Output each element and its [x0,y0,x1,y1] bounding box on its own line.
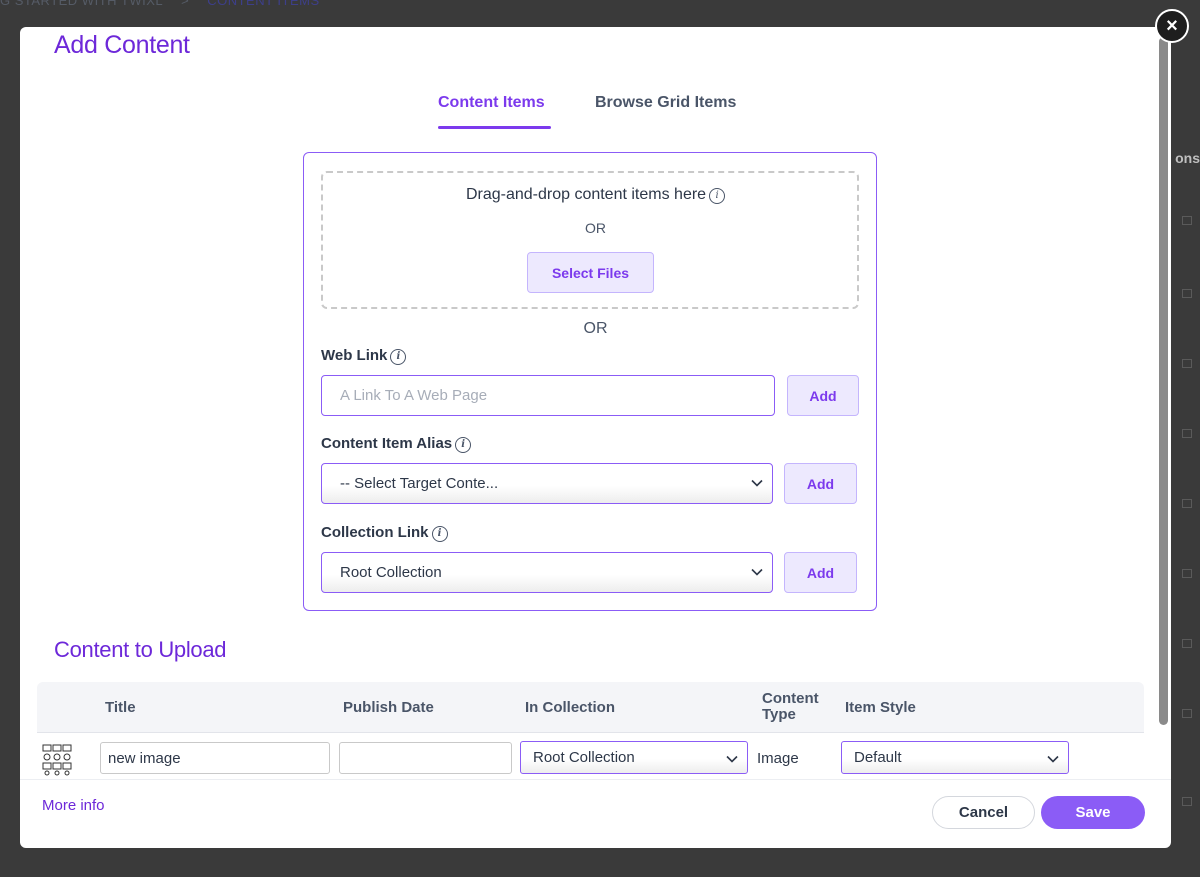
background-row-icon [1182,639,1192,648]
collection-link-label: Collection Link [321,524,429,541]
row-title-input[interactable] [100,742,330,774]
alias-label-row: Content Item Alias i [321,435,472,453]
background-row-icon [1182,289,1192,298]
background-row-icon [1182,359,1192,368]
or-separator-large: OR [583,320,608,337]
tab-content-items[interactable]: Content Items [438,94,545,112]
collection-link-select[interactable]: Root Collection [321,552,773,593]
more-info-link[interactable]: More info [42,797,105,814]
info-icon[interactable]: i [431,526,448,542]
row-collection-select[interactable]: Root Collection [520,741,748,774]
alias-label: Content Item Alias [321,435,453,452]
cancel-button[interactable]: Cancel [932,796,1035,829]
breadcrumb-current: CONTENT ITEMS [207,0,320,8]
background-row-icon [1182,569,1192,578]
column-header-in-collection: In Collection [525,699,615,716]
tab-browse-grid-items[interactable]: Browse Grid Items [595,94,736,112]
add-content-modal: Add Content Content Items Browse Grid It… [20,27,1171,848]
chevron-down-icon [751,568,763,576]
close-icon[interactable]: × [1155,9,1189,43]
save-button[interactable]: Save [1041,796,1145,829]
collection-link-add-button[interactable]: Add [784,552,857,593]
breadcrumb-parent: G STARTED WITH TWIXL [0,0,164,8]
alias-select-value: -- Select Target Conte... [340,475,499,492]
info-icon[interactable]: i [709,188,726,204]
column-header-title: Title [105,699,136,716]
background-column-header: ons [1175,150,1200,166]
background-row-icon [1182,429,1192,438]
collection-link-label-row: Collection Link i [321,524,448,542]
background-breadcrumb: G STARTED WITH TWIXL > CONTENT ITEMS [0,0,320,8]
dropzone-text: Drag-and-drop content items here [465,186,707,203]
column-header-item-style: Item Style [845,699,916,716]
row-collection-value: Root Collection [533,749,635,766]
chevron-down-icon [726,755,738,763]
collection-link-select-value: Root Collection [340,564,442,581]
web-link-label-row: Web Link i [321,347,407,365]
info-icon[interactable]: i [390,349,407,365]
background-row-icon [1182,709,1192,718]
row-item-style-select[interactable]: Default [841,741,1069,774]
web-link-input[interactable] [321,375,775,416]
chevron-down-icon [1047,755,1059,763]
row-item-style-value: Default [854,749,902,766]
chevron-down-icon [751,479,763,487]
column-header-publish-date: Publish Date [343,699,434,716]
dropzone-text-row: Drag-and-drop content items here i [20,186,1171,204]
select-files-button[interactable]: Select Files [527,252,654,293]
modal-title: Add Content [54,31,190,59]
alias-add-button[interactable]: Add [784,463,857,504]
background-row-icon [1182,216,1192,225]
breadcrumb-separator: > [181,0,190,8]
image-thumbnail [42,743,73,776]
info-icon[interactable]: i [455,437,472,453]
content-to-upload-title: Content to Upload [54,637,227,662]
web-link-label: Web Link [321,347,388,364]
row-publish-date-input[interactable] [339,742,512,774]
background-row-icon [1182,499,1192,508]
web-link-add-button[interactable]: Add [787,375,859,416]
row-content-type: Image [757,750,799,767]
modal-scrollbar[interactable] [1159,37,1168,725]
footer-divider [20,779,1171,780]
alias-select[interactable]: -- Select Target Conte... [321,463,773,504]
active-tab-indicator [438,126,551,129]
background-row-icon [1182,797,1192,806]
or-separator: OR [585,220,606,236]
column-header-content-type: Content Type [762,690,819,723]
